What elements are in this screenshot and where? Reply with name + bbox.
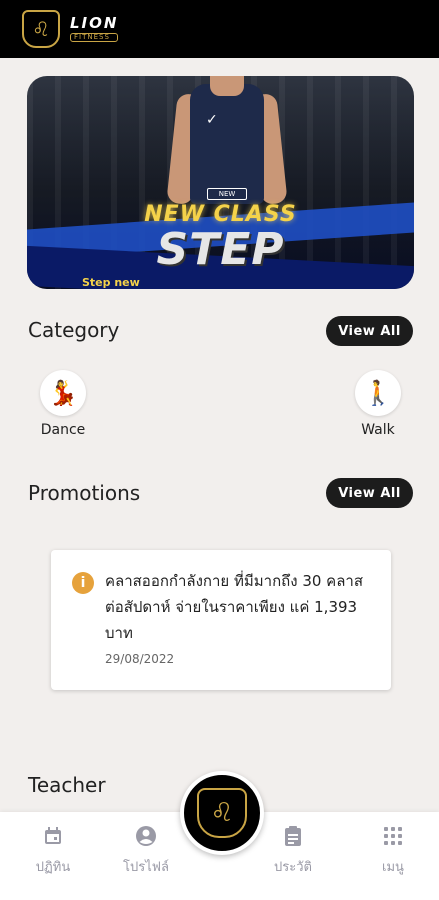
category-label: Walk (361, 422, 395, 438)
nav-item-menu[interactable]: เมนู (353, 824, 433, 877)
promotions-view-all-button[interactable]: View All (326, 478, 413, 508)
menu-grid-icon (353, 824, 433, 848)
lion-logo-icon: ♌ (197, 788, 247, 838)
nav-item-history[interactable]: ประวัติ (253, 824, 333, 877)
nav-label: ประวัติ (274, 860, 312, 875)
nav-item-calendar[interactable]: ปฏิทิน (13, 824, 93, 877)
info-icon: i (72, 572, 94, 594)
promo-banner[interactable]: ✓ NEW NEW CLASS STEP Step new (27, 76, 414, 289)
nav-item-profile[interactable]: โปรไฟล์ (106, 824, 186, 877)
profile-icon (106, 824, 186, 848)
banner-title: STEP (156, 224, 285, 275)
promotions-title: Promotions (28, 481, 141, 505)
promotion-text: คลาสออกกำลังกาย ที่มีมากถึง 30 คลาสต่อสั… (105, 572, 363, 642)
nav-label: เมนู (382, 860, 404, 875)
category-title: Category (28, 318, 120, 342)
promotion-date: 29/08/2022 (105, 652, 175, 666)
calendar-icon (13, 824, 93, 848)
nav-label: ปฏิทิน (35, 860, 71, 875)
brand-title: LION (70, 14, 119, 32)
teacher-title: Teacher (28, 773, 106, 797)
swoosh-icon: ✓ (206, 112, 218, 128)
category-view-all-button[interactable]: View All (326, 316, 413, 346)
banner-subtitle: Step new (82, 276, 140, 289)
nav-label: โปรไฟล์ (123, 860, 169, 875)
walker-icon: 🚶 (355, 370, 401, 416)
category-item-dance[interactable]: 💃 Dance (33, 370, 93, 438)
category-item-walk[interactable]: 🚶 Walk (348, 370, 408, 438)
brand-logo-text: LION FITNESS (70, 14, 119, 42)
app-header: ♌ LION FITNESS (0, 0, 439, 58)
banner-tag: NEW (207, 188, 247, 200)
home-logo-button[interactable]: ♌ (180, 771, 264, 855)
category-label: Dance (40, 422, 86, 438)
dancer-icon: 💃 (40, 370, 86, 416)
history-icon (253, 824, 333, 848)
promotion-card[interactable]: i คลาสออกกำลังกาย ที่มีมากถึง 30 คลาสต่อ… (51, 550, 391, 690)
brand-subtitle: FITNESS (70, 33, 119, 42)
lion-logo-icon: ♌ (22, 10, 60, 48)
